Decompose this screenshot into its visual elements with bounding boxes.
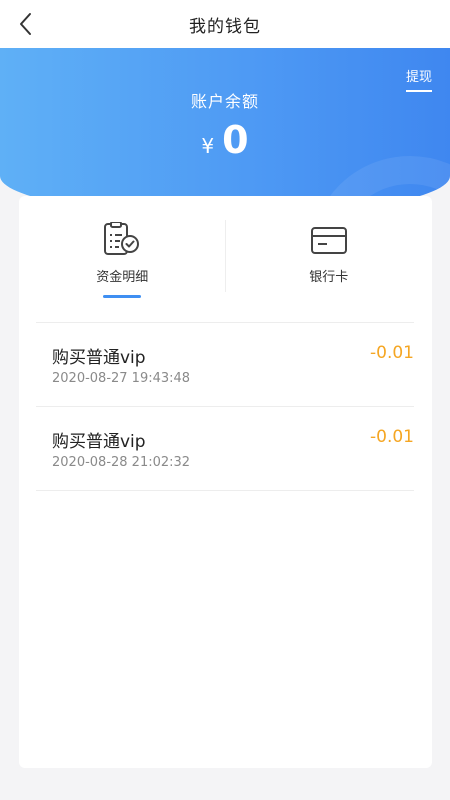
tab-bank-card[interactable]: 银行卡: [226, 196, 433, 306]
active-tab-indicator: [103, 295, 142, 298]
transaction-time: 2020-08-28 21:02:32: [52, 455, 191, 470]
transaction-list: 购买普通vip 2020-08-27 19:43:48 -0.01 购买普通vi…: [36, 322, 414, 491]
tab-bank-card-label: 银行卡: [309, 270, 349, 285]
balance-display: ¥ 0: [0, 118, 450, 162]
balance-banner: 提现 账户余额 ¥ 0: [0, 48, 450, 216]
balance-amount: 0: [222, 118, 249, 162]
bank-card-icon: [310, 227, 347, 254]
back-button[interactable]: [12, 10, 40, 38]
transaction-title: 购买普通vip: [52, 432, 146, 452]
page-title: 我的钱包: [189, 16, 261, 37]
tab-fund-details[interactable]: 资金明细: [19, 196, 226, 306]
document-check-icon: [104, 222, 140, 255]
transaction-amount: -0.01: [370, 427, 414, 447]
transaction-amount: -0.01: [370, 343, 414, 363]
currency-symbol: ¥: [201, 134, 215, 158]
wallet-tabs: 资金明细 银行卡: [19, 196, 432, 306]
app-header: 我的钱包: [0, 0, 450, 48]
transaction-time: 2020-08-27 19:43:48: [52, 371, 191, 386]
chevron-left-icon: [20, 13, 31, 35]
transaction-row[interactable]: 购买普通vip 2020-08-27 19:43:48 -0.01: [36, 323, 414, 407]
transaction-title: 购买普通vip: [52, 348, 146, 368]
transaction-row[interactable]: 购买普通vip 2020-08-28 21:02:32 -0.01: [36, 407, 414, 491]
wallet-card: 资金明细 银行卡 购买普通vip 2020-08-27 19:43:48 -0.…: [19, 196, 432, 768]
balance-label: 账户余额: [190, 92, 259, 111]
tab-fund-details-label: 资金明细: [96, 270, 149, 285]
